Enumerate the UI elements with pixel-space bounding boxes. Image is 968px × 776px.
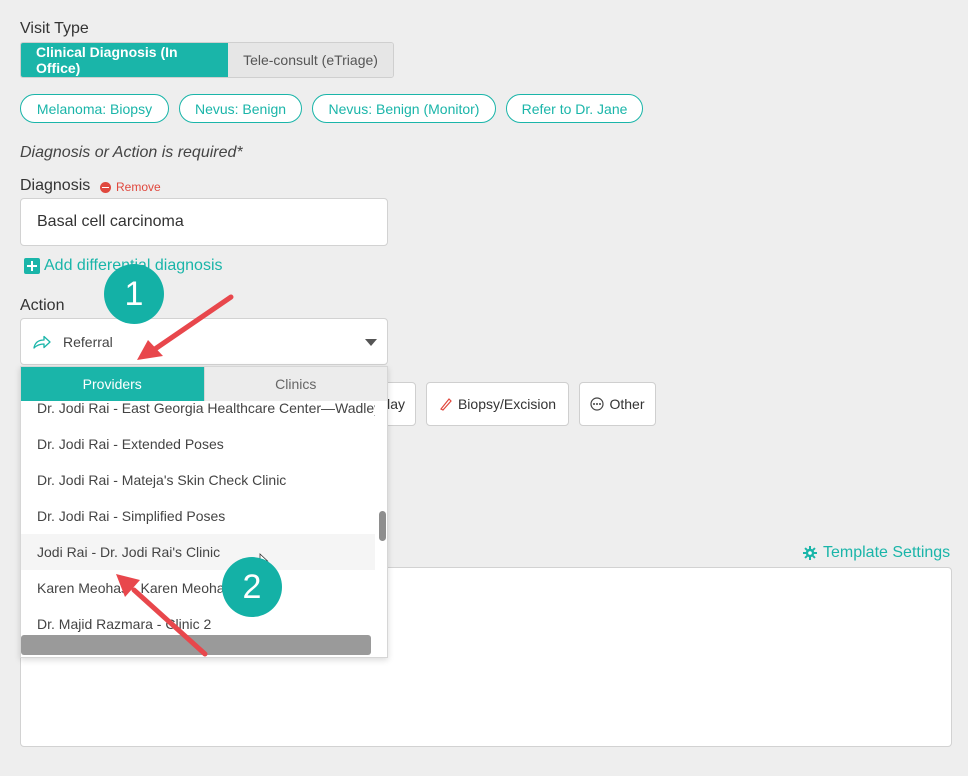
arrow-2-shaft (131, 587, 208, 657)
step-2-badge: 2 (222, 557, 282, 617)
arrow-1-shaft (152, 294, 234, 352)
step-1-badge: 1 (104, 264, 164, 324)
arrow-1-head (137, 340, 163, 360)
annotation-arrows (116, 294, 234, 657)
